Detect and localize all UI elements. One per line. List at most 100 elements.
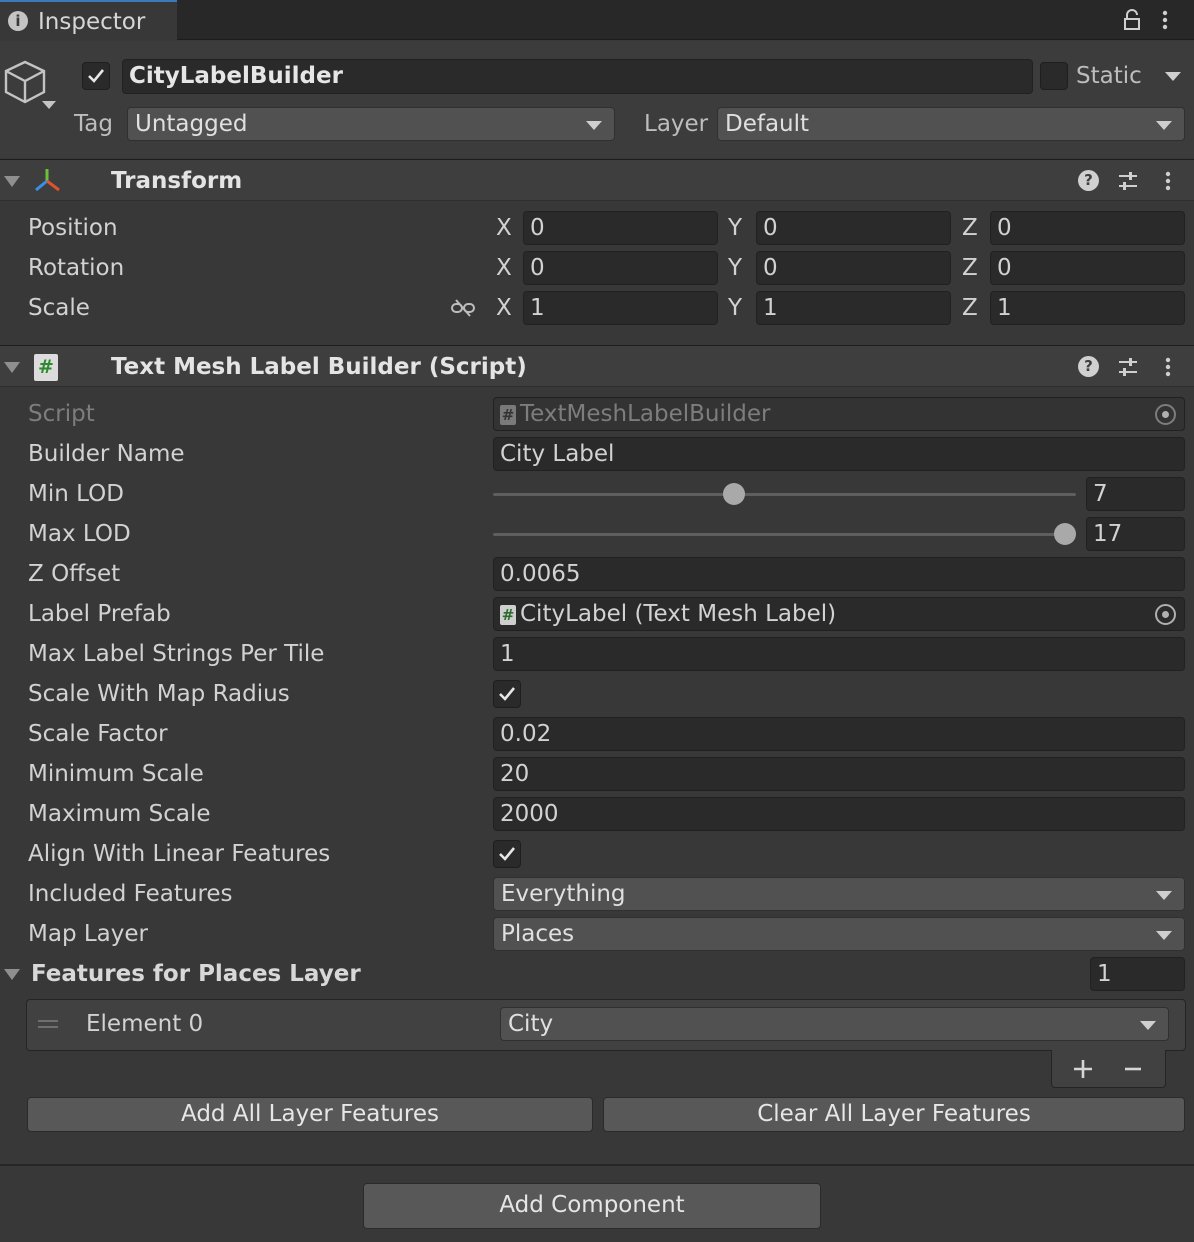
tag-value: Untagged — [135, 111, 248, 137]
minimum-scale-field[interactable]: 20 — [493, 757, 1185, 791]
builder-name-field[interactable]: City Label — [493, 437, 1185, 471]
tag-label: Tag — [74, 111, 113, 137]
list-add-remove-footer — [1051, 1050, 1166, 1088]
included-features-value: Everything — [501, 881, 626, 907]
features-count-field[interactable]: 1 — [1090, 957, 1185, 991]
element0-label: Element 0 — [86, 1011, 204, 1037]
transform-header[interactable]: Transform ? — [0, 159, 1194, 201]
clear-all-layer-features-button[interactable]: Clear All Layer Features — [603, 1097, 1185, 1132]
foldout-arrow-icon[interactable] — [4, 362, 20, 373]
gameobject-cube-icon[interactable] — [4, 60, 58, 112]
rotation-z-axis[interactable]: Z — [962, 252, 978, 284]
drag-handle-icon[interactable] — [38, 1018, 58, 1030]
static-dropdown-icon[interactable] — [1165, 72, 1181, 81]
component-divider — [0, 1164, 1194, 1166]
component-menu-icon[interactable] — [1163, 356, 1173, 378]
tag-dropdown[interactable]: Untagged — [127, 107, 615, 141]
label-prefab-label: Label Prefab — [28, 601, 171, 627]
layer-value: Default — [725, 111, 810, 137]
chevron-down-icon — [1156, 931, 1172, 940]
tab-menu-icon[interactable] — [1160, 9, 1170, 31]
add-component-button[interactable]: Add Component — [363, 1183, 821, 1229]
add-element-icon[interactable] — [1072, 1058, 1094, 1080]
rotation-z-field[interactable]: 0 — [990, 251, 1185, 285]
presets-icon[interactable] — [1117, 356, 1139, 378]
position-y-field[interactable]: 0 — [756, 211, 951, 245]
min-lod-slider-track[interactable] — [493, 493, 1076, 496]
static-checkbox[interactable] — [1040, 62, 1068, 90]
maximum-scale-field[interactable]: 2000 — [493, 797, 1185, 831]
tab-bar — [0, 0, 1194, 40]
tab-inspector[interactable]: i Inspector — [0, 0, 177, 41]
object-picker-icon — [1155, 404, 1176, 425]
chevron-down-icon — [1156, 891, 1172, 900]
position-x-axis[interactable]: X — [496, 212, 512, 244]
min-lod-field[interactable]: 7 — [1086, 477, 1185, 511]
position-y-axis[interactable]: Y — [728, 212, 742, 244]
help-icon[interactable]: ? — [1078, 170, 1099, 191]
map-layer-label: Map Layer — [28, 921, 148, 947]
tab-title: Inspector — [38, 9, 146, 35]
script-component-header[interactable]: # Text Mesh Label Builder (Script) ? — [0, 345, 1194, 387]
info-icon: i — [8, 11, 28, 31]
add-all-layer-features-button[interactable]: Add All Layer Features — [27, 1097, 593, 1132]
script-reference-value: TextMeshLabelBuilder — [520, 401, 771, 427]
map-layer-dropdown[interactable]: Places — [493, 917, 1185, 951]
scale-x-axis[interactable]: X — [496, 292, 512, 324]
object-name-field[interactable]: CityLabelBuilder — [122, 59, 1033, 94]
features-list-label[interactable]: Features for Places Layer — [31, 958, 361, 990]
remove-element-icon[interactable] — [1122, 1058, 1144, 1080]
unlinked-scale-icon[interactable] — [450, 298, 476, 318]
label-prefab-value: CityLabel (Text Mesh Label) — [520, 601, 837, 627]
label-prefab-field[interactable]: # CityLabel (Text Mesh Label) — [493, 597, 1185, 631]
max-strings-label: Max Label Strings Per Tile — [28, 641, 325, 667]
max-lod-slider-thumb[interactable] — [1054, 523, 1076, 545]
position-x-field[interactable]: 0 — [523, 211, 718, 245]
layer-dropdown[interactable]: Default — [717, 107, 1185, 141]
foldout-arrow-icon[interactable] — [4, 176, 20, 187]
position-z-field[interactable]: 0 — [990, 211, 1185, 245]
static-label: Static — [1076, 63, 1142, 89]
help-icon[interactable]: ? — [1078, 356, 1099, 377]
position-z-axis[interactable]: Z — [962, 212, 978, 244]
presets-icon[interactable] — [1117, 170, 1139, 192]
scale-radius-checkbox[interactable] — [493, 680, 521, 708]
z-offset-field[interactable]: 0.0065 — [493, 557, 1185, 591]
script-reference-field: # TextMeshLabelBuilder — [493, 397, 1185, 431]
min-lod-slider[interactable] — [493, 478, 1076, 510]
min-lod-label: Min LOD — [28, 481, 124, 507]
max-lod-slider-track[interactable] — [493, 533, 1076, 536]
min-lod-slider-thumb[interactable] — [723, 483, 745, 505]
object-picker-icon[interactable] — [1155, 604, 1176, 625]
lock-icon[interactable] — [1122, 9, 1142, 31]
rotation-y-axis[interactable]: Y — [728, 252, 742, 284]
scale-y-field[interactable]: 1 — [756, 291, 951, 325]
scale-y-axis[interactable]: Y — [728, 292, 742, 324]
active-checkbox[interactable] — [82, 62, 110, 90]
z-offset-label: Z Offset — [28, 561, 121, 587]
component-menu-icon[interactable] — [1163, 170, 1173, 192]
scale-factor-label: Scale Factor — [28, 721, 168, 747]
max-lod-field[interactable]: 17 — [1086, 517, 1185, 551]
element0-value: City — [508, 1011, 554, 1037]
scale-x-field[interactable]: 1 — [523, 291, 718, 325]
rotation-y-field[interactable]: 0 — [756, 251, 951, 285]
scale-z-axis[interactable]: Z — [962, 292, 978, 324]
align-checkbox[interactable] — [493, 840, 521, 868]
features-foldout-icon[interactable] — [4, 969, 20, 980]
scale-label: Scale — [28, 295, 90, 321]
rotation-x-field[interactable]: 0 — [523, 251, 718, 285]
max-lod-label: Max LOD — [28, 521, 131, 547]
scale-factor-field[interactable]: 0.02 — [493, 717, 1185, 751]
chevron-down-icon — [586, 121, 602, 130]
element0-dropdown[interactable]: City — [500, 1007, 1169, 1041]
align-label: Align With Linear Features — [28, 841, 331, 867]
transform-title: Transform — [111, 168, 243, 194]
max-lod-slider[interactable] — [493, 518, 1076, 550]
scale-z-field[interactable]: 1 — [990, 291, 1185, 325]
rotation-x-axis[interactable]: X — [496, 252, 512, 284]
builder-name-label: Builder Name — [28, 441, 185, 467]
included-features-dropdown[interactable]: Everything — [493, 877, 1185, 911]
scale-radius-label: Scale With Map Radius — [28, 681, 290, 707]
max-strings-field[interactable]: 1 — [493, 637, 1185, 671]
